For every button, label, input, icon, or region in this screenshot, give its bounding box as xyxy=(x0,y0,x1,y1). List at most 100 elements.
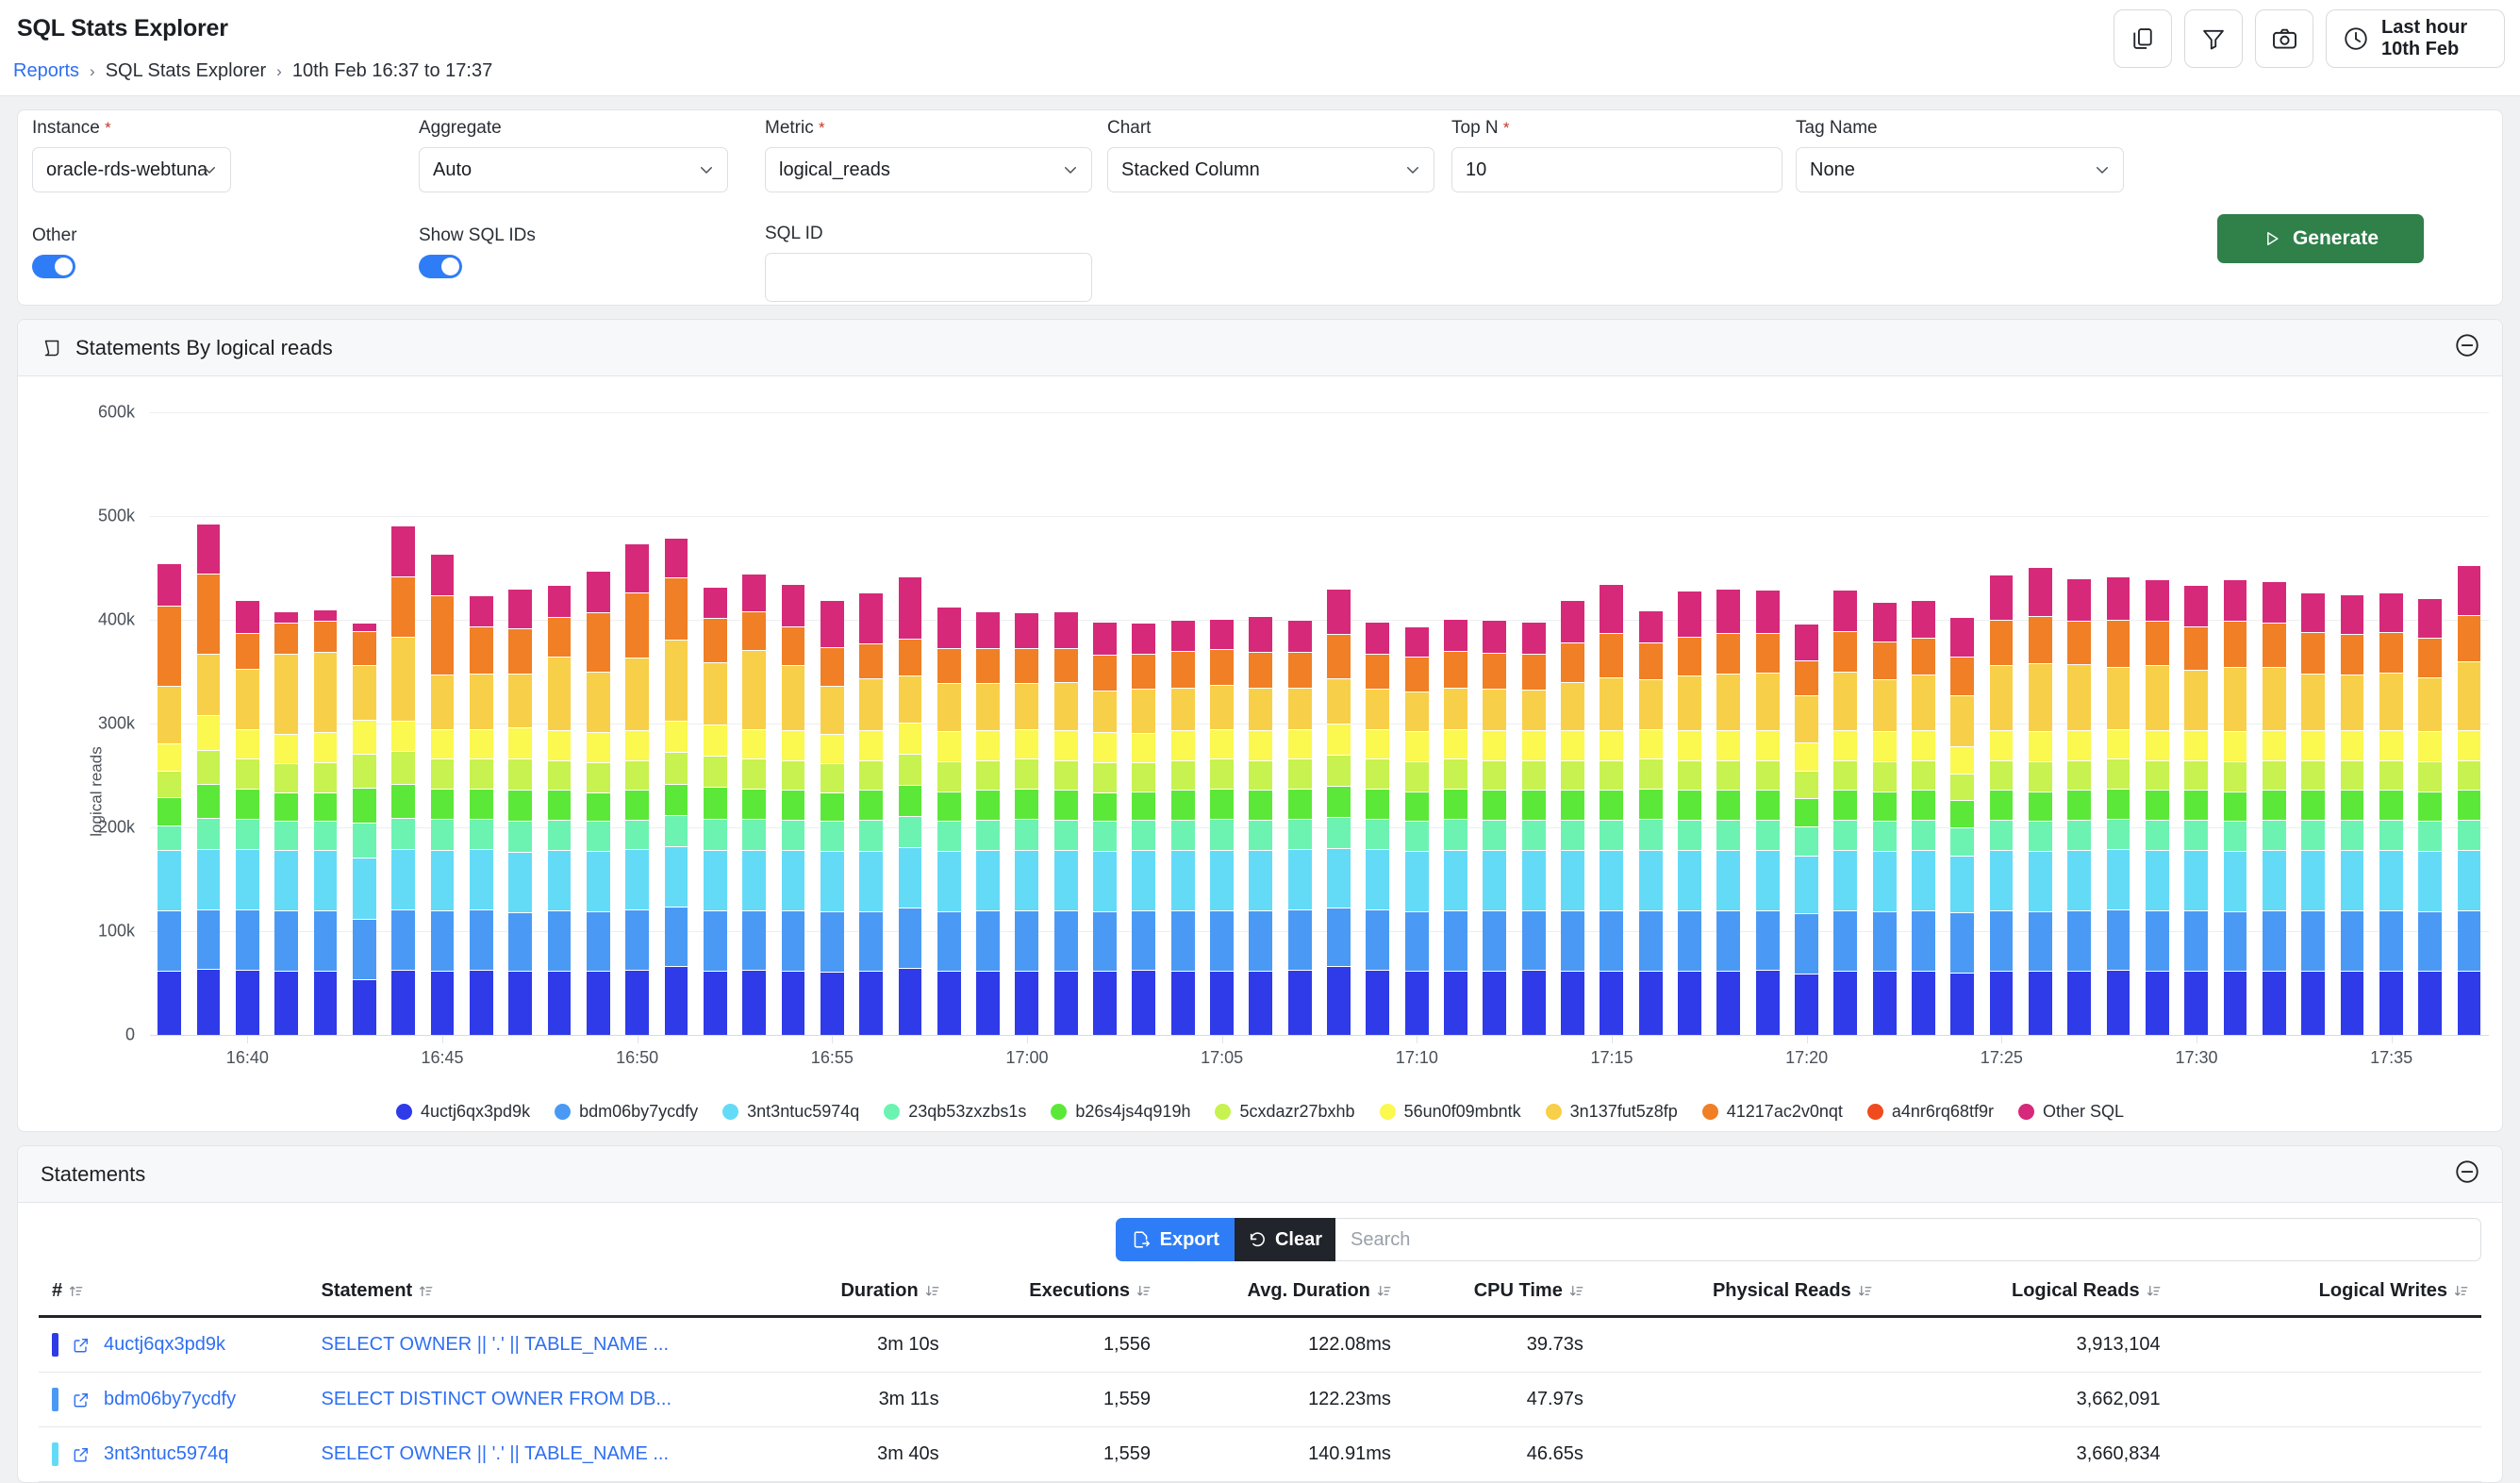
bar-segment[interactable] xyxy=(1483,620,1507,654)
bar-segment[interactable] xyxy=(742,969,766,1035)
bar-segment[interactable] xyxy=(1678,850,1701,911)
bar-segment[interactable] xyxy=(703,617,727,663)
bar-segment[interactable] xyxy=(1093,690,1117,732)
bar-segment[interactable] xyxy=(2301,674,2326,730)
bar-segment[interactable] xyxy=(1093,851,1117,912)
bar-segment[interactable] xyxy=(625,790,649,821)
bar-segment[interactable] xyxy=(1600,820,1624,851)
bar-segment[interactable] xyxy=(1716,674,1741,730)
snapshot-button[interactable] xyxy=(2255,9,2313,68)
stacked-bar[interactable] xyxy=(1366,622,1390,1035)
bar-segment[interactable] xyxy=(742,910,766,970)
bar-segment[interactable] xyxy=(235,969,259,1035)
bar-segment[interactable] xyxy=(2146,665,2169,730)
bar-segment[interactable] xyxy=(2457,729,2481,760)
bar-segment[interactable] xyxy=(1989,620,2014,666)
bar-segment[interactable] xyxy=(1989,820,2014,851)
bar-segment[interactable] xyxy=(1833,970,1858,1035)
bar-segment[interactable] xyxy=(937,760,961,791)
bar-segment[interactable] xyxy=(703,819,727,851)
bar-segment[interactable] xyxy=(1093,731,1117,762)
bar-segment[interactable] xyxy=(2262,623,2286,667)
bar-segment[interactable] xyxy=(2379,910,2403,971)
bar-segment[interactable] xyxy=(2223,911,2247,971)
bar-segment[interactable] xyxy=(742,728,766,759)
stacked-bar[interactable] xyxy=(2457,564,2481,1035)
copy-button[interactable] xyxy=(2114,9,2172,68)
bar-segment[interactable] xyxy=(1716,790,1741,821)
bar-segment[interactable] xyxy=(2146,970,2169,1035)
generate-button[interactable]: Generate xyxy=(2217,214,2424,263)
bar-segment[interactable] xyxy=(742,573,766,612)
row-sql-id-link[interactable]: 4uctj6qx3pd9k xyxy=(104,1334,225,1356)
bar-segment[interactable] xyxy=(2184,790,2209,821)
bar-segment[interactable] xyxy=(274,762,299,792)
bar-segment[interactable] xyxy=(313,821,338,851)
bar-segment[interactable] xyxy=(1600,790,1624,821)
bar-segment[interactable] xyxy=(1015,970,1039,1035)
stacked-bar[interactable] xyxy=(2340,593,2364,1035)
bar-segment[interactable] xyxy=(2184,910,2209,971)
bar-segment[interactable] xyxy=(1366,908,1390,970)
bar-segment[interactable] xyxy=(1053,729,1078,760)
stacked-bar[interactable] xyxy=(2223,579,2247,1035)
bar-segment[interactable] xyxy=(859,970,883,1035)
bar-segment[interactable] xyxy=(859,729,883,760)
bar-segment[interactable] xyxy=(196,849,221,909)
bar-segment[interactable] xyxy=(1872,791,1897,822)
bar-slot[interactable] xyxy=(813,412,852,1035)
bar-slot[interactable] xyxy=(2060,412,2098,1035)
bar-segment[interactable] xyxy=(586,911,610,971)
bar-segment[interactable] xyxy=(2184,669,2209,730)
bar-segment[interactable] xyxy=(1327,848,1351,908)
bar-slot[interactable] xyxy=(2098,412,2137,1035)
bar-segment[interactable] xyxy=(1989,729,2014,760)
bar-segment[interactable] xyxy=(2067,664,2092,730)
bar-segment[interactable] xyxy=(430,850,455,911)
bar-segment[interactable] xyxy=(352,918,376,979)
bar-segment[interactable] xyxy=(1210,819,1234,851)
bar-segment[interactable] xyxy=(1716,759,1741,791)
bar-segment[interactable] xyxy=(235,819,259,850)
bar-slot[interactable] xyxy=(1281,412,1319,1035)
bar-segment[interactable] xyxy=(1872,851,1897,912)
bar-segment[interactable] xyxy=(2301,910,2326,971)
bar-segment[interactable] xyxy=(1093,911,1117,971)
bar-slot[interactable] xyxy=(969,412,1007,1035)
bar-segment[interactable] xyxy=(937,970,961,1035)
bar-segment[interactable] xyxy=(2146,729,2169,760)
bar-segment[interactable] xyxy=(2184,625,2209,670)
bar-segment[interactable] xyxy=(742,611,766,650)
bar-segment[interactable] xyxy=(1989,665,2014,730)
bar-segment[interactable] xyxy=(547,970,572,1035)
bar-segment[interactable] xyxy=(976,647,1000,684)
stacked-bar[interactable] xyxy=(2106,575,2130,1035)
bar-segment[interactable] xyxy=(2379,759,2403,791)
bar-segment[interactable] xyxy=(898,638,922,676)
bar-segment[interactable] xyxy=(235,789,259,820)
bar-segment[interactable] xyxy=(820,791,844,822)
bar-segment[interactable] xyxy=(2340,850,2364,911)
bar-segment[interactable] xyxy=(430,553,455,595)
bar-segment[interactable] xyxy=(976,970,1000,1035)
open-external-icon[interactable] xyxy=(72,1391,91,1409)
bar-segment[interactable] xyxy=(1638,819,1663,851)
bar-segment[interactable] xyxy=(391,908,416,970)
bar-segment[interactable] xyxy=(1015,850,1039,911)
bar-segment[interactable] xyxy=(1053,850,1078,911)
bar-slot[interactable] xyxy=(2294,412,2332,1035)
bar-segment[interactable] xyxy=(1872,911,1897,971)
bar-segment[interactable] xyxy=(1015,728,1039,759)
bar-slot[interactable] xyxy=(150,412,189,1035)
bar-segment[interactable] xyxy=(781,820,805,851)
bar-segment[interactable] xyxy=(1755,969,1780,1035)
bar-segment[interactable] xyxy=(2379,820,2403,851)
bar-segment[interactable] xyxy=(391,636,416,721)
bar-segment[interactable] xyxy=(1755,590,1780,634)
bar-segment[interactable] xyxy=(1561,642,1584,683)
bar-segment[interactable] xyxy=(2340,634,2364,675)
bar-segment[interactable] xyxy=(158,970,182,1035)
bar-segment[interactable] xyxy=(1561,600,1584,643)
sql-id-input[interactable] xyxy=(765,253,1092,302)
bar-segment[interactable] xyxy=(274,654,299,735)
